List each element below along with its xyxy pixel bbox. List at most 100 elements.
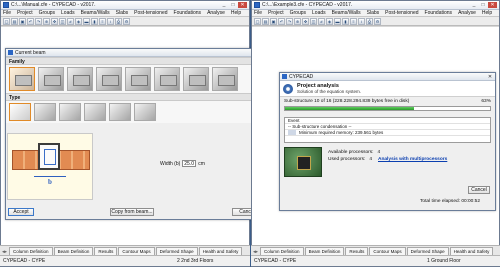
project-analysis-dialog: CYPECAD ✕ Project analysis Solution of t… — [279, 72, 496, 211]
settings-icon[interactable]: ⚙ — [123, 17, 130, 25]
redo-icon[interactable]: ↷ — [286, 17, 293, 25]
menu-project[interactable]: Project — [17, 10, 33, 16]
menu-project[interactable]: Project — [268, 10, 284, 16]
family-option-6[interactable] — [154, 67, 180, 91]
type-option-4[interactable] — [84, 103, 106, 121]
type-option-6[interactable] — [134, 103, 156, 121]
window-icon[interactable]: ◫ — [310, 17, 317, 25]
processor-info: Available processors: 4 Used processors: 4… — [284, 147, 491, 181]
family-option-2[interactable] — [38, 67, 64, 91]
left-titlebar[interactable]: C:\...\Manual.cfe - CYPECAD - v2017. _ □… — [1, 1, 249, 10]
event-log[interactable]: Event -- Sub-structure condensation -- M… — [284, 117, 491, 143]
current-beam-titlebar[interactable]: Current beam ✕ — [6, 49, 270, 57]
info-icon[interactable]: i — [358, 17, 365, 25]
progress-percent: 63% — [481, 99, 491, 104]
right-toolbar: ▢ ▤ ▣ ↶ ↷ ⊕ ✥ ◫ # ◈ ▬ ▮ ≡ i ⎙ ⚙ — [252, 17, 499, 26]
menu-foundations[interactable]: Foundations — [425, 10, 453, 16]
cancel-analysis-button[interactable]: Cancel — [468, 186, 490, 194]
right-titlebar[interactable]: C:\...\Example3.cfe - CYPECAD - v2017. _… — [252, 1, 499, 10]
maximize-button[interactable]: □ — [229, 2, 237, 8]
accept-button[interactable]: Accept — [8, 208, 34, 216]
print-icon[interactable]: ⎙ — [366, 17, 373, 25]
family-option-1[interactable] — [9, 67, 35, 91]
zoom-icon[interactable]: ⊕ — [294, 17, 301, 25]
menu-file[interactable]: File — [3, 10, 11, 16]
menu-analyse[interactable]: Analyse — [458, 10, 476, 16]
print-icon[interactable]: ⎙ — [115, 17, 122, 25]
analysis-header: Project analysis Solution of the equatio… — [280, 81, 495, 97]
dialog-close-icon[interactable]: ✕ — [487, 74, 493, 80]
family-option-8[interactable] — [212, 67, 238, 91]
grid-icon[interactable]: # — [67, 17, 74, 25]
menu-groups[interactable]: Groups — [290, 10, 306, 16]
analysis-titlebar[interactable]: CYPECAD ✕ — [280, 73, 495, 81]
menu-post-tensioned[interactable]: Post-tensioned — [385, 10, 418, 16]
settings-icon[interactable]: ⚙ — [374, 17, 381, 25]
type-option-2[interactable] — [34, 103, 56, 121]
window-icon[interactable]: ◫ — [59, 17, 66, 25]
elapsed-time: Total time elapsed: 00:00:52 — [420, 199, 480, 204]
grid-icon[interactable]: # — [318, 17, 325, 25]
column-icon[interactable]: ▮ — [342, 17, 349, 25]
menu-beams-walls[interactable]: Beams/Walls — [81, 10, 110, 16]
beam-icon[interactable]: ▬ — [83, 17, 90, 25]
layers-icon[interactable]: ≡ — [99, 17, 106, 25]
column-icon[interactable]: ▮ — [91, 17, 98, 25]
used-processors-label: Used processors: — [328, 157, 366, 162]
layers-icon[interactable]: ≡ — [350, 17, 357, 25]
multiprocessors-link[interactable]: Analysis with multiprocessors — [378, 157, 447, 162]
copy-from-beam-button[interactable]: Copy from beam... — [110, 208, 154, 216]
new-icon[interactable]: ▢ — [3, 17, 10, 25]
width-input[interactable]: 25.0 — [182, 160, 197, 167]
menu-help[interactable]: Help — [482, 10, 492, 16]
new-icon[interactable]: ▢ — [254, 17, 261, 25]
open-icon[interactable]: ▤ — [11, 17, 18, 25]
undo-icon[interactable]: ↶ — [278, 17, 285, 25]
view3d-icon[interactable]: ◈ — [75, 17, 82, 25]
menu-groups[interactable]: Groups — [39, 10, 55, 16]
cypecad-dialog-icon — [282, 74, 287, 79]
minimize-button[interactable]: _ — [470, 2, 478, 8]
pan-icon[interactable]: ✥ — [302, 17, 309, 25]
maximize-button[interactable]: □ — [479, 2, 487, 8]
menu-loads[interactable]: Loads — [61, 10, 75, 16]
save-icon[interactable]: ▣ — [270, 17, 277, 25]
available-processors-label: Available processors: — [328, 150, 374, 155]
menu-help[interactable]: Help — [231, 10, 241, 16]
right-app-window: C:\...\Example3.cfe - CYPECAD - v2017. _… — [251, 0, 500, 267]
memory-text: Minimum required memory: 239.561 bytes — [299, 130, 384, 135]
width-dimension-line — [34, 176, 66, 177]
family-option-3[interactable] — [67, 67, 93, 91]
undo-icon[interactable]: ↶ — [27, 17, 34, 25]
info-icon[interactable]: i — [107, 17, 114, 25]
redo-icon[interactable]: ↷ — [35, 17, 42, 25]
menu-slabs[interactable]: Slabs — [367, 10, 380, 16]
family-option-4[interactable] — [96, 67, 122, 91]
close-button[interactable]: ✕ — [488, 2, 497, 8]
type-option-1[interactable] — [9, 103, 31, 121]
menu-beams-walls[interactable]: Beams/Walls — [332, 10, 361, 16]
minimize-button[interactable]: _ — [220, 2, 228, 8]
menu-loads[interactable]: Loads — [312, 10, 326, 16]
view3d-icon[interactable]: ◈ — [326, 17, 333, 25]
family-option-5[interactable] — [125, 67, 151, 91]
menu-file[interactable]: File — [254, 10, 262, 16]
save-icon[interactable]: ▣ — [19, 17, 26, 25]
beam-icon[interactable]: ▬ — [334, 17, 341, 25]
close-button[interactable]: ✕ — [238, 2, 247, 8]
type-option-5[interactable] — [109, 103, 131, 121]
app-icon — [3, 2, 9, 8]
menu-foundations[interactable]: Foundations — [174, 10, 202, 16]
menu-analyse[interactable]: Analyse — [207, 10, 225, 16]
menu-slabs[interactable]: Slabs — [116, 10, 129, 16]
current-beam-title: Current beam — [15, 49, 46, 56]
app-icon — [254, 2, 260, 8]
width-dimension-label: b — [48, 178, 52, 186]
open-icon[interactable]: ▤ — [262, 17, 269, 25]
used-processors-value: 4 — [369, 157, 372, 162]
type-option-3[interactable] — [59, 103, 81, 121]
family-option-7[interactable] — [183, 67, 209, 91]
zoom-icon[interactable]: ⊕ — [43, 17, 50, 25]
menu-post-tensioned[interactable]: Post-tensioned — [134, 10, 167, 16]
pan-icon[interactable]: ✥ — [51, 17, 58, 25]
